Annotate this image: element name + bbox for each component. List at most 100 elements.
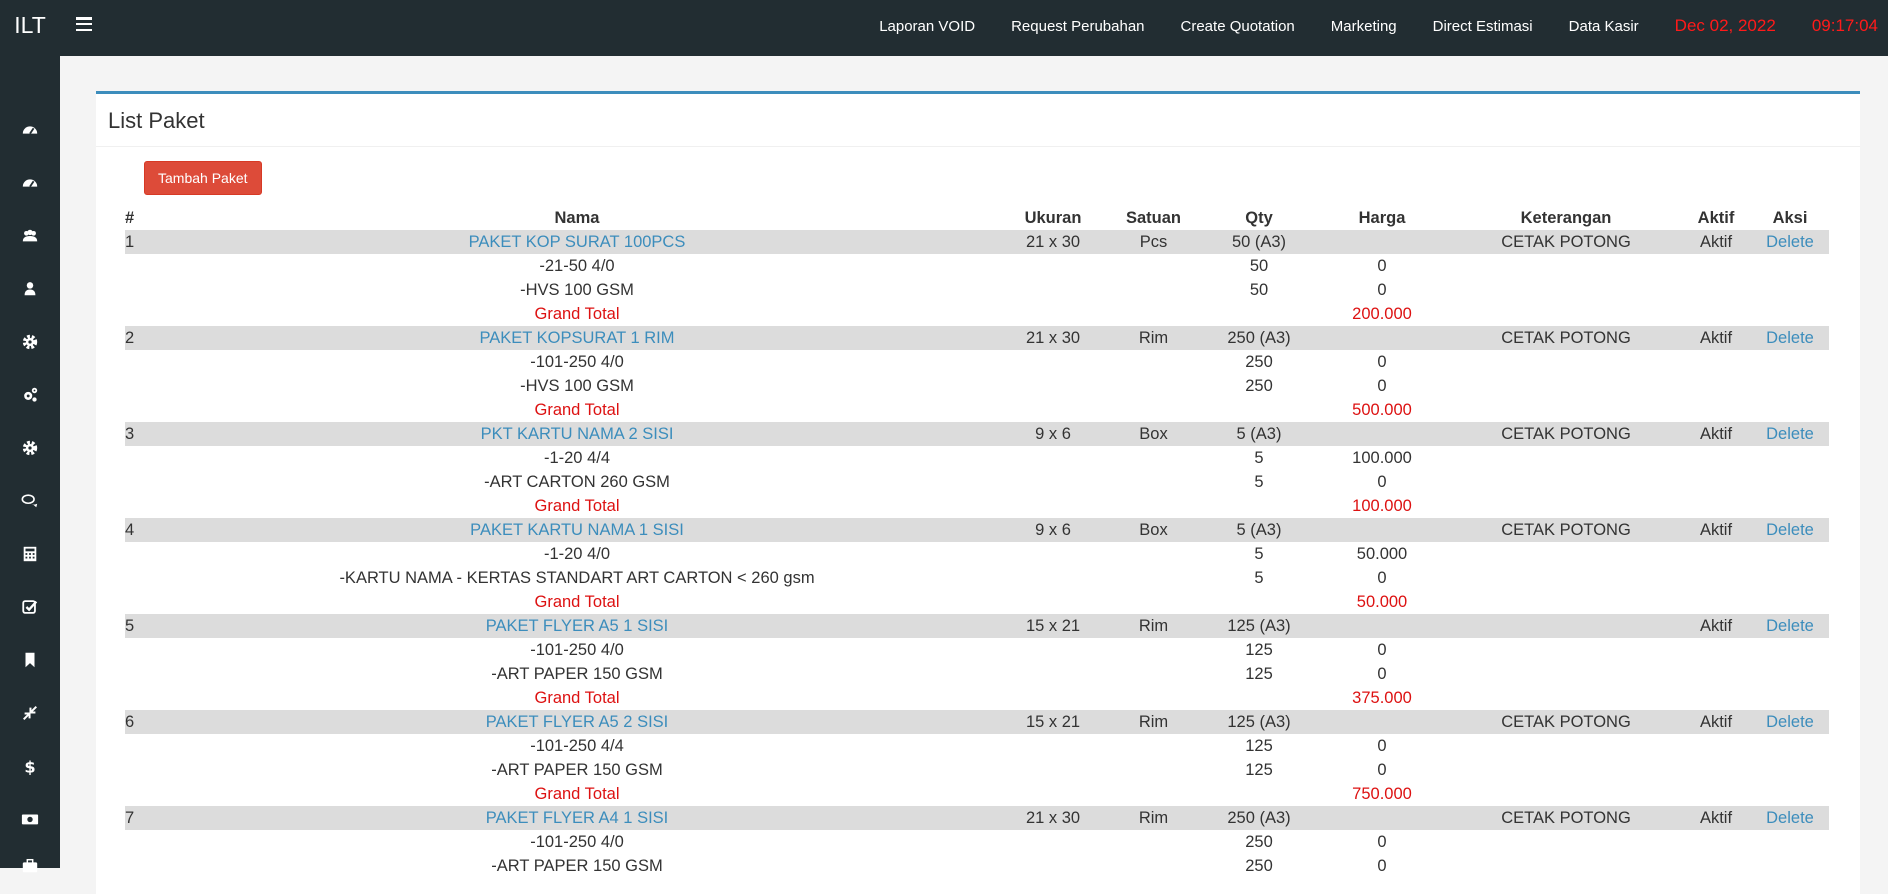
nav-laporan-void[interactable]: Laporan VOID: [879, 18, 975, 35]
col-header-aktif: Aktif: [1697, 208, 1735, 227]
table-row: -101-250 4/0 125 0: [125, 638, 1829, 662]
package-name-link[interactable]: PAKET FLYER A4 1 SISI: [150, 806, 1004, 830]
sidebar: $: [0, 56, 60, 873]
package-name-link[interactable]: PAKET FLYER A5 1 SISI: [150, 614, 1004, 638]
grand-total-value: 100.000: [1352, 496, 1412, 515]
package-size: 9 x 6: [1004, 518, 1102, 542]
col-header-no: #: [125, 208, 135, 227]
users-icon[interactable]: [20, 226, 40, 246]
empty-cell: [1451, 566, 1681, 590]
package-name-link[interactable]: PAKET FLYER A5 2 SISI: [150, 710, 1004, 734]
empty-cell: [1004, 278, 1102, 302]
empty-cell: [1751, 686, 1829, 710]
nav-marketing[interactable]: Marketing: [1331, 18, 1397, 35]
delete-link[interactable]: Delete: [1751, 230, 1829, 254]
package-number: 4: [125, 518, 150, 542]
package-active: Aktif: [1681, 422, 1751, 446]
empty-cell: [1451, 854, 1681, 878]
dashboard-icon[interactable]: [20, 120, 40, 140]
item-name: -KARTU NAMA - KERTAS STANDART ART CARTON…: [339, 568, 815, 587]
delete-link[interactable]: Delete: [1751, 806, 1829, 830]
package-name-link[interactable]: PAKET KOPSURAT 1 RIM: [150, 326, 1004, 350]
empty-cell: [125, 758, 150, 782]
empty-cell: [1102, 254, 1205, 278]
dashboard-icon[interactable]: [20, 173, 40, 193]
grand-total-row: Grand Total 500.000: [125, 398, 1829, 422]
empty-cell: [125, 854, 150, 878]
empty-cell: [1681, 374, 1751, 398]
col-header-ukuran: Ukuran: [1024, 208, 1082, 227]
nav-request-perubahan[interactable]: Request Perubahan: [1011, 18, 1144, 35]
empty-cell: [1681, 446, 1751, 470]
check-square-icon[interactable]: [20, 597, 40, 617]
empty-cell: [1451, 302, 1681, 326]
delete-link[interactable]: Delete: [1751, 518, 1829, 542]
package-number: 2: [125, 326, 150, 350]
package-price: [1313, 326, 1451, 350]
package-price: [1313, 230, 1451, 254]
empty-cell: [1004, 398, 1102, 422]
empty-cell: [125, 350, 150, 374]
package-name-link[interactable]: PAKET KARTU NAMA 1 SISI: [150, 518, 1004, 542]
empty-cell: [1102, 398, 1205, 422]
table-row: -KARTU NAMA - KERTAS STANDART ART CARTON…: [125, 566, 1829, 590]
delete-link[interactable]: Delete: [1751, 614, 1829, 638]
package-name-link[interactable]: PKT KARTU NAMA 2 SISI: [150, 422, 1004, 446]
delete-link[interactable]: Delete: [1751, 422, 1829, 446]
package-qty: 50 (A3): [1205, 230, 1313, 254]
hamburger-menu-icon[interactable]: [76, 17, 92, 31]
empty-cell: [1451, 446, 1681, 470]
empty-cell: [1451, 542, 1681, 566]
calculator-icon[interactable]: [20, 544, 40, 564]
nav-direct-estimasi[interactable]: Direct Estimasi: [1433, 18, 1533, 35]
empty-cell: [1681, 398, 1751, 422]
item-name: -1-20 4/0: [543, 544, 611, 563]
empty-cell: [1451, 686, 1681, 710]
header-date: Dec 02, 2022: [1674, 16, 1776, 35]
bookmark-icon[interactable]: [20, 650, 40, 670]
comments-icon[interactable]: [20, 491, 40, 511]
gears-icon[interactable]: [20, 385, 40, 405]
nav-data-kasir[interactable]: Data Kasir: [1569, 18, 1639, 35]
table-body: 1 PAKET KOP SURAT 100PCS 21 x 30 Pcs 50 (A3)…: [125, 230, 1829, 878]
empty-cell: [1004, 254, 1102, 278]
user-icon[interactable]: [20, 279, 40, 299]
svg-text:$: $: [24, 757, 35, 775]
empty-cell: [1004, 470, 1102, 494]
package-name-link[interactable]: PAKET KOP SURAT 100PCS: [150, 230, 1004, 254]
table-row: -101-250 4/0 250 0: [125, 830, 1829, 854]
money-icon[interactable]: [20, 809, 40, 829]
top-nav: Laporan VOID Request Perubahan Create Qu…: [879, 0, 1888, 52]
empty-cell: [1451, 374, 1681, 398]
grand-total-label: Grand Total: [534, 688, 620, 707]
package-unit: Rim: [1102, 614, 1205, 638]
briefcase-icon[interactable]: [20, 856, 40, 876]
empty-cell: [125, 566, 150, 590]
dollar-icon[interactable]: $: [20, 756, 40, 776]
empty-cell: [1004, 446, 1102, 470]
empty-cell: [1102, 662, 1205, 686]
grand-total-value: 750.000: [1352, 784, 1412, 803]
item-price: 0: [1377, 280, 1387, 299]
app-brand[interactable]: ILT: [0, 0, 60, 56]
item-price: 0: [1377, 256, 1387, 275]
col-header-aksi: Aksi: [1772, 208, 1808, 227]
compress-icon[interactable]: [20, 703, 40, 723]
empty-cell: [125, 686, 150, 710]
empty-cell: [1205, 782, 1313, 806]
empty-cell: [1451, 350, 1681, 374]
tambah-paket-button[interactable]: Tambah Paket: [144, 161, 262, 195]
delete-link[interactable]: Delete: [1751, 710, 1829, 734]
empty-cell: [1004, 350, 1102, 374]
nav-create-quotation[interactable]: Create Quotation: [1181, 18, 1295, 35]
package-active: Aktif: [1681, 326, 1751, 350]
package-number: 1: [125, 230, 150, 254]
package-qty: 5 (A3): [1205, 518, 1313, 542]
gear-icon[interactable]: [20, 438, 40, 458]
package-qty: 125 (A3): [1205, 614, 1313, 638]
delete-link[interactable]: Delete: [1751, 326, 1829, 350]
table-row: -1-20 4/0 5 50.000: [125, 542, 1829, 566]
item-name: -ART PAPER 150 GSM: [491, 760, 663, 779]
gear-icon[interactable]: [20, 332, 40, 352]
item-name: -101-250 4/4: [530, 736, 624, 755]
